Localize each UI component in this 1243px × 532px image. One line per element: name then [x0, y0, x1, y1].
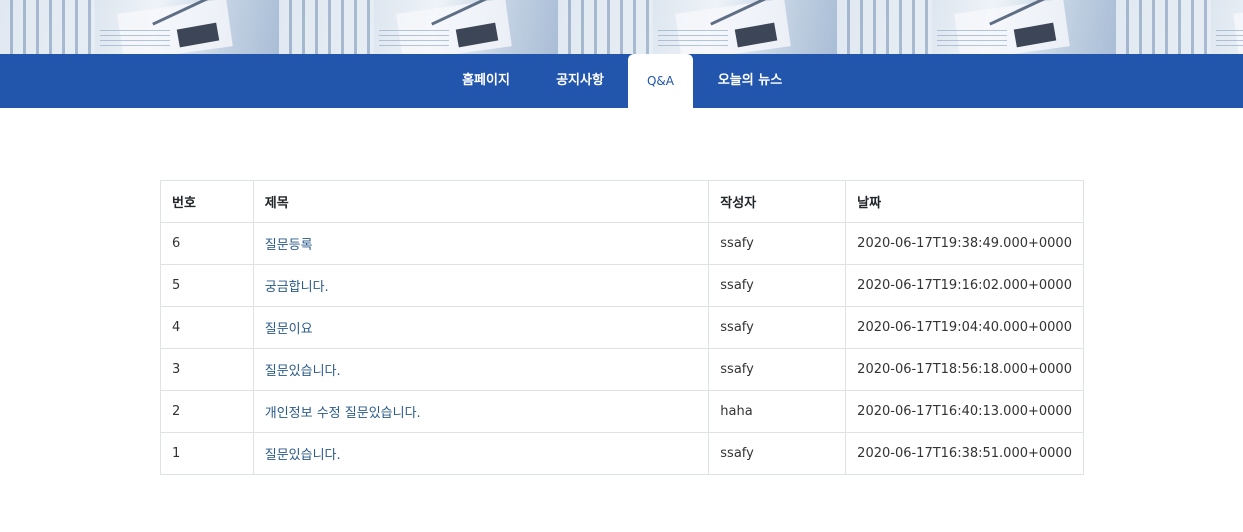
- row-title-link[interactable]: 궁금합니다.: [265, 280, 329, 295]
- row-date: 2020-06-17T16:38:51.000+0000: [845, 432, 1084, 475]
- column-header-writer: 작성자: [708, 180, 847, 223]
- table-header-row: 번호 제목 작성자 날짜: [160, 180, 1084, 223]
- banner-tile: [0, 0, 279, 54]
- row-no: 6: [160, 222, 254, 265]
- row-title-link[interactable]: 질문있습니다.: [265, 364, 341, 379]
- header-banner-image: [0, 0, 1243, 54]
- row-no: 2: [160, 390, 254, 433]
- banner-tile: [558, 0, 837, 54]
- column-header-title: 제목: [252, 180, 710, 223]
- row-writer: ssafy: [708, 432, 847, 475]
- row-title-link[interactable]: 질문이요: [265, 322, 313, 337]
- table-row: 3 질문있습니다. ssafy 2020-06-17T18:56:18.000+…: [160, 348, 1084, 391]
- row-date: 2020-06-17T16:40:13.000+0000: [845, 390, 1084, 433]
- nav-item-notice[interactable]: 공지사항: [541, 54, 619, 108]
- row-writer: ssafy: [708, 306, 847, 349]
- table-row: 6 질문등록 ssafy 2020-06-17T19:38:49.000+000…: [160, 222, 1084, 265]
- main-navbar: 홈페이지 공지사항 Q&A 오늘의 뉴스: [0, 54, 1243, 108]
- row-title-link[interactable]: 질문등록: [265, 238, 313, 253]
- column-header-date: 날짜: [845, 180, 1084, 223]
- column-header-no: 번호: [160, 180, 254, 223]
- row-no: 4: [160, 306, 254, 349]
- nav-item-news[interactable]: 오늘의 뉴스: [708, 54, 792, 108]
- table-row: 4 질문이요 ssafy 2020-06-17T19:04:40.000+000…: [160, 306, 1084, 349]
- row-no: 5: [160, 264, 254, 307]
- nav-item-home[interactable]: 홈페이지: [447, 54, 525, 108]
- banner-tile: [279, 0, 558, 54]
- banner-tile: [837, 0, 1116, 54]
- table-row: 1 질문있습니다. ssafy 2020-06-17T16:38:51.000+…: [160, 432, 1084, 475]
- row-no: 1: [160, 432, 254, 475]
- banner-tile: [1116, 0, 1243, 54]
- row-date: 2020-06-17T19:04:40.000+0000: [845, 306, 1084, 349]
- row-date: 2020-06-17T19:38:49.000+0000: [845, 222, 1084, 265]
- nav-item-qna[interactable]: Q&A: [628, 54, 693, 108]
- row-writer: ssafy: [708, 222, 847, 265]
- row-title-link[interactable]: 개인정보 수정 질문있습니다.: [265, 406, 421, 421]
- table-row: 5 궁금합니다. ssafy 2020-06-17T19:16:02.000+0…: [160, 264, 1084, 307]
- row-title-link[interactable]: 질문있습니다.: [265, 448, 341, 463]
- row-writer: ssafy: [708, 264, 847, 307]
- row-writer: ssafy: [708, 348, 847, 391]
- table-row: 2 개인정보 수정 질문있습니다. haha 2020-06-17T16:40:…: [160, 390, 1084, 433]
- qna-board-table: 번호 제목 작성자 날짜 6 질문등록 ssafy 2020-06-17T19:…: [160, 180, 1084, 475]
- row-date: 2020-06-17T19:16:02.000+0000: [845, 264, 1084, 307]
- row-writer: haha: [708, 390, 847, 433]
- row-date: 2020-06-17T18:56:18.000+0000: [845, 348, 1084, 391]
- row-no: 3: [160, 348, 254, 391]
